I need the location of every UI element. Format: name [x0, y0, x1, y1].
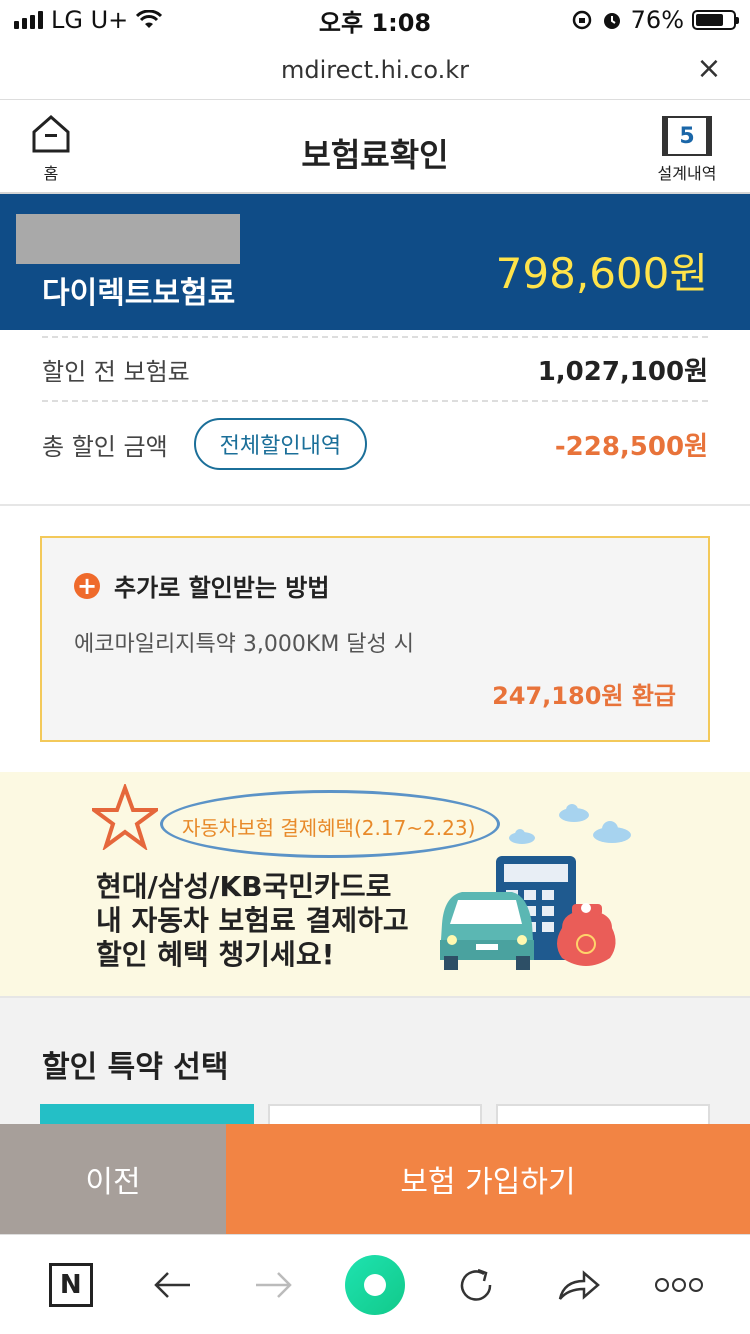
- section-title: 할인 특약 선택: [42, 1050, 229, 1085]
- cloud-icon: [593, 821, 631, 843]
- car-calculator-illustration: [440, 856, 616, 970]
- rotation-lock-icon: [572, 10, 591, 30]
- more-icon: [655, 1277, 704, 1292]
- url-text: mdirect.hi.co.kr: [281, 55, 469, 84]
- forward-button[interactable]: [244, 1255, 304, 1315]
- quote-history-button[interactable]: 5 설계내역: [654, 116, 720, 184]
- naver-icon: N: [48, 1262, 93, 1307]
- join-insurance-button[interactable]: 보험 가입하기: [226, 1124, 750, 1234]
- url-bar[interactable]: mdirect.hi.co.kr ×: [0, 40, 750, 100]
- quote-history-label: 설계내역: [657, 164, 717, 183]
- promo-line-3: 할인 혜택 챙기세요!: [96, 938, 335, 971]
- battery-icon: [692, 10, 739, 30]
- tip-refund: 247,180원 환급: [492, 682, 676, 710]
- page-header: 홈 보험료확인 5 설계내역: [0, 100, 750, 194]
- battery-level: [696, 14, 724, 26]
- alarm-icon: [603, 13, 620, 29]
- quote-count-badge: 5: [662, 116, 712, 156]
- back-arrow-icon: [154, 1271, 191, 1298]
- browser-toolbar: N: [0, 1234, 750, 1334]
- cloud-icon: [559, 804, 589, 822]
- card-payment-promo-banner[interactable]: 자동차보험 결제혜택(2.17~2.23) 현대/삼성/KB국민카드로 내 자동…: [0, 772, 750, 996]
- promo-text: 현대/삼성/KB국민카드로 내 자동차 보험료 결제하고 할인 혜택 챙기세요!: [96, 870, 409, 972]
- tip-description: 에코마일리지특약 3,000KM 달성 시: [74, 632, 415, 657]
- refresh-icon: [461, 1268, 492, 1301]
- naver-home-button[interactable]: N: [41, 1255, 101, 1315]
- discount-options-section: 할인 특약 선택: [0, 996, 750, 1134]
- premium-banner: 다이렉트보험료 798,600원: [0, 194, 750, 330]
- more-button[interactable]: [649, 1255, 709, 1315]
- premium-breakdown: 할인 전 보험료 1,027,100원 총 할인 금액 전체할인내역 -228,…: [0, 330, 750, 506]
- promo-tag: 자동차보험 결제혜택(2.17~2.23): [182, 816, 476, 840]
- extra-discount-tip: + 추가로 할인받는 방법 에코마일리지특약 3,000KM 달성 시 247,…: [40, 536, 710, 742]
- share-icon: [558, 1269, 600, 1300]
- page-title: 보험료확인: [301, 136, 449, 174]
- wifi-icon: [136, 10, 163, 28]
- prev-button[interactable]: 이전: [0, 1124, 226, 1234]
- promo-line-2: 내 자동차 보험료 결제하고: [96, 904, 409, 937]
- total-discount-value: -228,500원: [554, 431, 708, 462]
- back-button[interactable]: [142, 1255, 202, 1315]
- green-dot-icon: [344, 1254, 405, 1315]
- share-button[interactable]: [548, 1255, 608, 1315]
- battery-percent: 76%: [630, 6, 684, 34]
- before-discount-value: 1,027,100원: [537, 356, 708, 387]
- discount-history-button[interactable]: 전체할인내역: [193, 418, 368, 470]
- close-icon[interactable]: ×: [694, 54, 724, 84]
- redacted-block: [16, 214, 240, 264]
- carrier-name: LG U+: [51, 6, 129, 34]
- refresh-button[interactable]: [446, 1255, 506, 1315]
- premium-label: 다이렉트보험료: [42, 276, 236, 311]
- green-dot-button[interactable]: [344, 1254, 405, 1315]
- forward-arrow-icon: [255, 1271, 292, 1298]
- total-discount-left: 총 할인 금액 전체할인내역: [42, 418, 368, 470]
- bottom-cta-bar: 이전 보험 가입하기: [0, 1124, 750, 1234]
- signal-icon: [14, 11, 43, 29]
- status-left: LG U+: [14, 6, 163, 34]
- tip-header: + 추가로 할인받는 방법: [74, 568, 329, 603]
- before-discount-label: 할인 전 보험료: [42, 357, 190, 386]
- cloud-icon: [509, 829, 535, 844]
- before-discount-row: 할인 전 보험료 1,027,100원: [42, 336, 708, 402]
- total-discount-row: 총 할인 금액 전체할인내역 -228,500원: [42, 402, 708, 486]
- total-discount-label: 총 할인 금액: [42, 432, 168, 461]
- status-right: 76%: [571, 6, 739, 34]
- promo-line-1: 현대/삼성/KB국민카드로: [96, 870, 392, 903]
- premium-amount: 798,600원: [495, 249, 708, 298]
- star-icon: [92, 784, 158, 850]
- status-bar: LG U+ 오후 1:08 76%: [0, 0, 750, 40]
- tip-title: 추가로 할인받는 방법: [114, 574, 330, 602]
- plus-icon: +: [74, 572, 100, 599]
